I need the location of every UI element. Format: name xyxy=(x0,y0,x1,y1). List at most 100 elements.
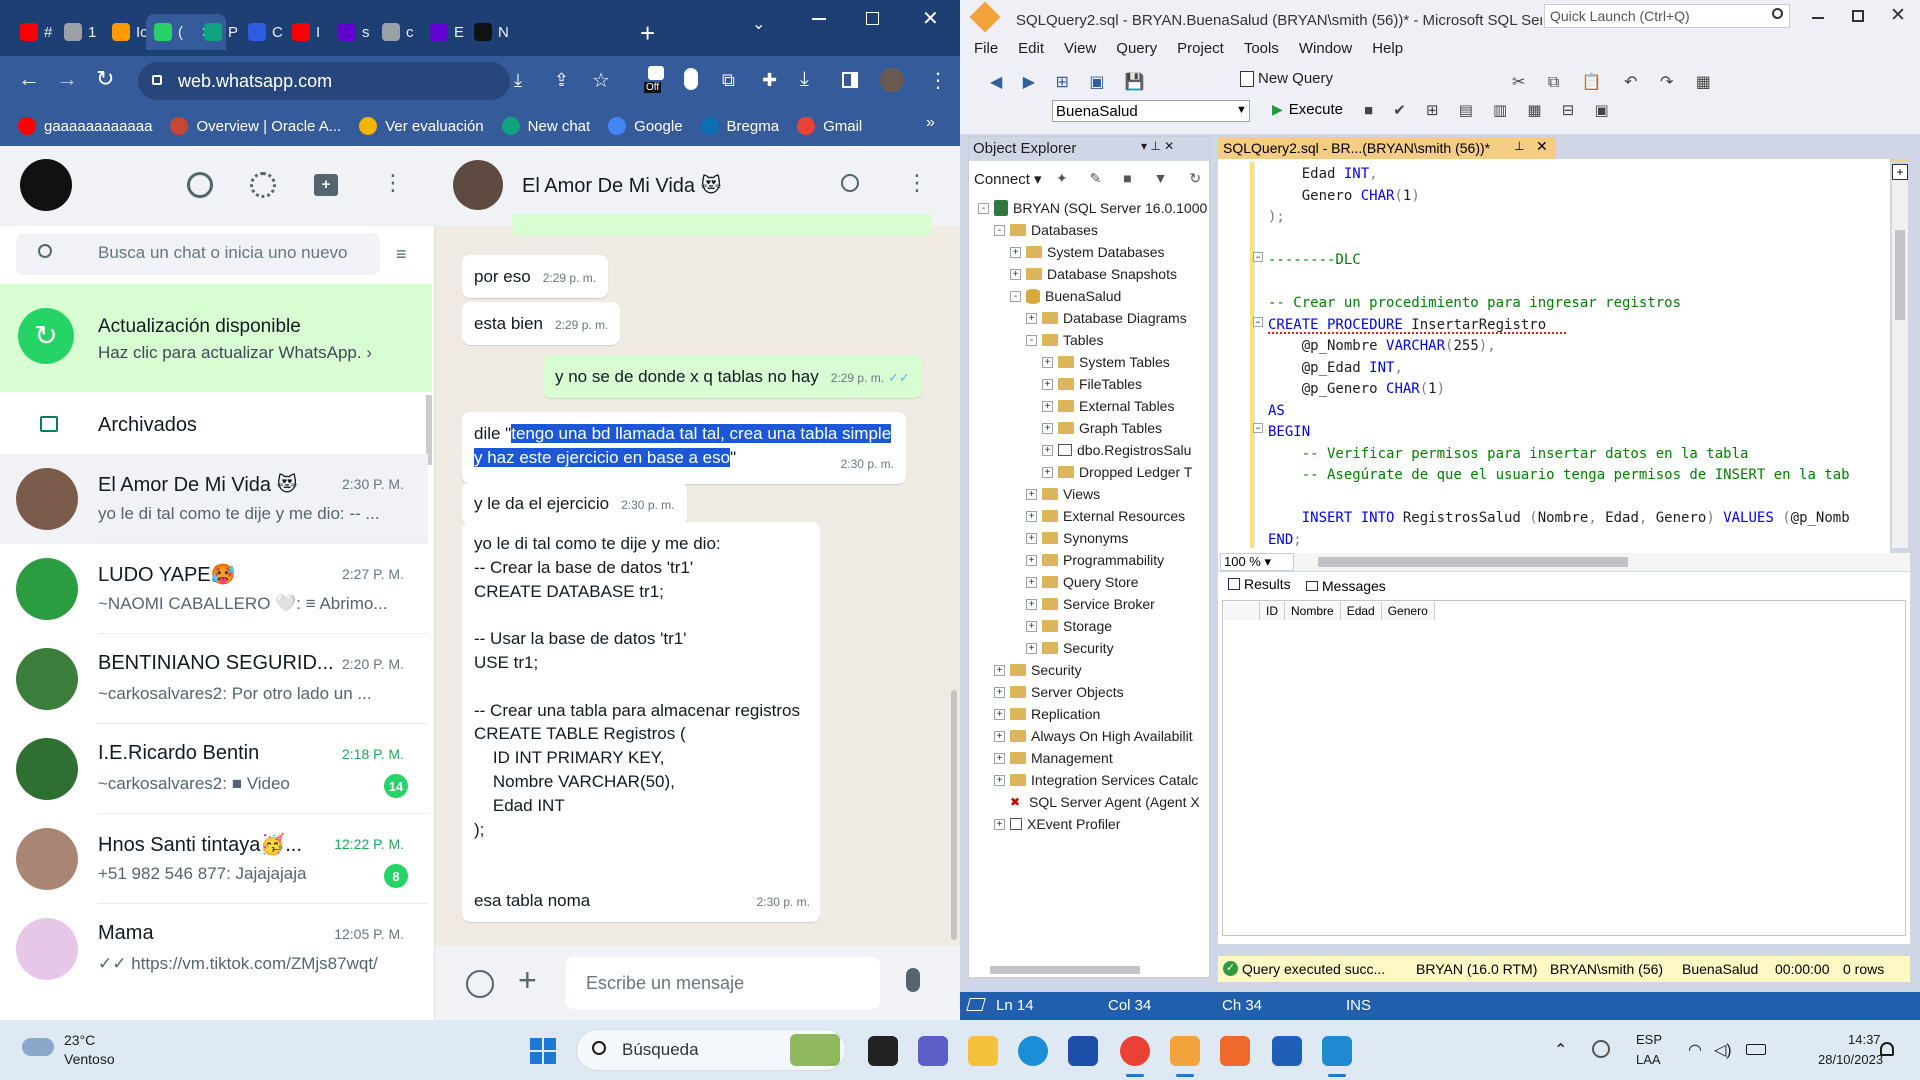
expander-icon[interactable]: + xyxy=(1042,444,1053,456)
expander-icon[interactable]: + xyxy=(1026,620,1037,632)
expander-icon[interactable]: + xyxy=(1026,598,1037,610)
collapse-marker[interactable]: − xyxy=(1253,423,1263,433)
notification-bell-icon[interactable] xyxy=(1880,1042,1894,1056)
menu-item[interactable]: Window xyxy=(1299,40,1352,64)
filter-icon[interactable]: ≡ xyxy=(396,244,407,265)
chat-list-item[interactable]: LUDO YAPE🥵 2:27 P. M. ~NAOMI CABALLERO 🤍: … xyxy=(0,544,428,634)
tree-node[interactable]: + Replication xyxy=(994,704,1100,724)
tree-node[interactable]: + External Resources xyxy=(1026,506,1185,526)
expander-icon[interactable]: + xyxy=(994,686,1005,698)
lang1[interactable]: ESP xyxy=(1636,1032,1662,1047)
teams-icon[interactable] xyxy=(918,1036,948,1066)
chat-list-item[interactable]: El Amor De Mi Vida 😻 2:30 P. M. yo le di t… xyxy=(0,454,428,544)
expander-icon[interactable]: + xyxy=(1010,268,1021,280)
browser-tab[interactable]: C xyxy=(240,14,284,50)
archived-row[interactable] xyxy=(0,392,428,454)
tree-node[interactable]: + System Tables xyxy=(1042,352,1170,372)
menu-item[interactable]: Edit xyxy=(1018,40,1044,64)
expander-icon[interactable]: + xyxy=(1026,312,1037,324)
tray-chevron-icon[interactable]: ⌃ xyxy=(1554,1040,1567,1060)
start-button[interactable] xyxy=(530,1038,556,1064)
chrome-icon[interactable] xyxy=(1120,1036,1150,1066)
tree-node[interactable]: - Databases xyxy=(994,220,1098,240)
wifi-icon[interactable]: ◠ xyxy=(1688,1040,1702,1060)
browser-tab[interactable]: c xyxy=(374,14,418,50)
expander-icon[interactable]: + xyxy=(1042,378,1053,390)
bookmark-star-icon[interactable]: ☆ xyxy=(592,68,610,93)
editor-vscroll[interactable] xyxy=(1892,166,1908,548)
ssms-close-button[interactable]: ✕ xyxy=(1890,4,1906,27)
tree-node[interactable]: - BRYAN (SQL Server 16.0.1000 xyxy=(978,198,1207,218)
expander-icon[interactable]: + xyxy=(1026,510,1037,522)
tree-node[interactable]: + Storage xyxy=(1026,616,1112,636)
split-icon[interactable]: + xyxy=(1892,164,1908,180)
new-query-button[interactable]: New Query xyxy=(1240,70,1333,87)
tree-node[interactable]: + Service Broker xyxy=(1026,594,1155,614)
bookmark-item[interactable]: gaaaaaaaaaaaa xyxy=(18,117,152,135)
browser-tab[interactable]: E xyxy=(422,14,466,50)
clock-date[interactable]: 28/10/2023 xyxy=(1818,1052,1883,1067)
lang2[interactable]: LAA xyxy=(1636,1052,1661,1067)
menu-item[interactable]: Help xyxy=(1372,40,1403,64)
chat-search-icon[interactable] xyxy=(841,174,859,192)
new-chat-icon[interactable]: + xyxy=(314,174,338,196)
execute-button[interactable]: ▶ Execute xyxy=(1272,101,1343,118)
tree-node[interactable]: + Query Store xyxy=(1026,572,1138,592)
expander-icon[interactable]: + xyxy=(1026,576,1037,588)
attach-icon[interactable]: + xyxy=(518,962,537,999)
menu-item[interactable]: View xyxy=(1064,40,1096,64)
connect-button[interactable]: Connect ▾ xyxy=(974,170,1042,188)
tab-pin-icon[interactable]: ⊥ xyxy=(1514,139,1524,153)
clock-time[interactable]: 14:37 xyxy=(1848,1032,1881,1047)
store-icon[interactable] xyxy=(1068,1036,1098,1066)
expander-icon[interactable]: - xyxy=(1026,334,1037,346)
expander-icon[interactable]: + xyxy=(1042,466,1053,478)
editor-hscroll-thumb[interactable] xyxy=(1318,557,1628,567)
browser-tab[interactable]: I xyxy=(284,14,328,50)
bookmark-item[interactable]: Overview | Oracle A... xyxy=(170,117,341,135)
expander-icon[interactable]: + xyxy=(1010,246,1021,258)
tree-node[interactable]: + XEvent Profiler xyxy=(994,814,1120,834)
browser-tab[interactable]: P xyxy=(196,14,240,50)
expander-icon[interactable]: + xyxy=(1042,356,1053,368)
browser-tab[interactable]: Ic xyxy=(104,14,148,50)
extensions-icon[interactable]: ✚ xyxy=(762,70,777,91)
browser-tab[interactable]: N xyxy=(466,14,510,50)
tree-node[interactable]: ✖ SQL Server Agent (Agent X xyxy=(994,792,1200,812)
install-icon[interactable]: ⤓ xyxy=(514,70,522,91)
wa-menu-icon[interactable]: ⋮ xyxy=(382,170,404,196)
tree-node[interactable]: + Graph Tables xyxy=(1042,418,1162,438)
xampp-icon[interactable] xyxy=(1220,1036,1250,1066)
expander-icon[interactable]: + xyxy=(1026,532,1037,544)
bookmark-item[interactable]: New chat xyxy=(501,117,590,135)
expander-icon[interactable]: + xyxy=(1026,488,1037,500)
tree-node[interactable]: - Tables xyxy=(1026,330,1103,350)
bookmark-item[interactable]: Bregma xyxy=(700,117,779,135)
expander-icon[interactable]: + xyxy=(994,818,1005,830)
grid-column-header[interactable]: Edad xyxy=(1341,602,1382,620)
weather-temp[interactable]: 23°C xyxy=(64,1032,95,1048)
close-button[interactable]: ✕ xyxy=(922,6,939,31)
bookmark-item[interactable]: Gmail xyxy=(797,117,862,135)
sidepanel-icon[interactable] xyxy=(842,72,858,88)
tree-node[interactable]: + FileTables xyxy=(1042,374,1142,394)
bookmark-item[interactable]: Ver evaluación xyxy=(359,117,484,135)
menu-item[interactable]: File xyxy=(974,40,998,64)
weather-desc[interactable]: Ventoso xyxy=(64,1051,115,1067)
tree-node[interactable]: + dbo.RegistrosSalu xyxy=(1042,440,1191,460)
tree-node[interactable]: + Security xyxy=(1026,638,1114,658)
grid-column-header[interactable]: Genero xyxy=(1382,602,1435,620)
chat-list-item[interactable]: I.E.Ricardo Bentin 2:18 P. M. ~carkosalvar… xyxy=(0,724,428,814)
forward-button[interactable]: → xyxy=(56,66,78,92)
word-icon[interactable] xyxy=(1272,1036,1302,1066)
tree-node[interactable]: + Synonyms xyxy=(1026,528,1128,548)
bookmark-item[interactable]: Google xyxy=(608,117,683,135)
maximize-button[interactable] xyxy=(866,12,879,25)
expander-icon[interactable]: + xyxy=(1042,400,1053,412)
emoji-icon[interactable] xyxy=(466,970,494,998)
chrome-menu-icon[interactable]: ⋮ xyxy=(928,68,948,93)
editor-tab[interactable]: SQLQuery2.sql - BR...(BRYAN\smith (56))*… xyxy=(1218,137,1556,159)
reload-button[interactable]: ↻ xyxy=(96,66,114,92)
tree-node[interactable]: + Always On High Availabilit xyxy=(994,726,1193,746)
browser-tab[interactable]: # xyxy=(12,14,56,50)
